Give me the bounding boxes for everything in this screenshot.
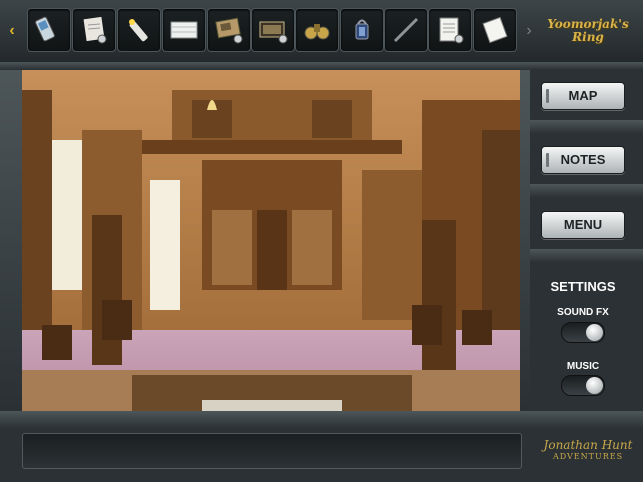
inventory-slot-device[interactable]: [207, 8, 251, 52]
menu-button-label: MENU: [563, 217, 603, 232]
frame-divider: [0, 62, 643, 70]
menu-button[interactable]: MENU: [541, 211, 625, 239]
inventory-slot-phone[interactable]: [27, 8, 71, 52]
developer-logo-line1: Jonathan Hunt: [543, 438, 633, 452]
card-icon: [170, 21, 198, 39]
sound-fx-toggle[interactable]: [561, 322, 605, 343]
developer-logo: Jonathan Hunt ADVENTURES: [540, 438, 636, 462]
notepad-icon: [439, 17, 464, 44]
inventory-slot-lantern[interactable]: [340, 8, 384, 52]
chevron-left-icon[interactable]: ‹: [2, 18, 22, 44]
panel-divider: [530, 120, 643, 134]
rod-icon: [393, 17, 419, 43]
inventory-slot-paper-sheet[interactable]: [473, 8, 517, 52]
settings-title: SETTINGS: [550, 279, 616, 294]
inventory-slot-binoculars[interactable]: [295, 8, 339, 52]
frame-middle: [520, 70, 530, 411]
paper-sheet-icon: [482, 16, 508, 44]
inventory-slot-notepad[interactable]: [428, 8, 472, 52]
flashlight-icon: [129, 19, 148, 42]
notes-button-label: NOTES: [560, 152, 606, 167]
map-button-label: MAP: [568, 88, 598, 103]
paper-note-icon: [83, 16, 107, 44]
button-nub: [546, 89, 549, 103]
panel-divider: [530, 249, 643, 263]
binoculars-icon: [304, 24, 330, 40]
map-button[interactable]: MAP: [541, 82, 625, 110]
frame-left: [0, 70, 22, 411]
message-box: [22, 433, 522, 469]
device-icon: [215, 17, 243, 44]
logo-line2: Ring: [572, 30, 604, 44]
toggle-knob: [586, 324, 603, 341]
inventory-slot-film[interactable]: [251, 8, 295, 52]
chevron-right-icon[interactable]: ›: [520, 18, 538, 44]
button-nub: [546, 153, 549, 167]
notes-button[interactable]: NOTES: [541, 146, 625, 174]
frame-bottom-divider: [0, 411, 643, 429]
music-label: MUSIC: [566, 361, 600, 372]
toggle-knob: [586, 377, 603, 394]
phone-icon: [35, 16, 55, 42]
lantern-icon: [355, 19, 369, 40]
library-scene[interactable]: [22, 70, 520, 411]
inventory-slot-paper-note[interactable]: [72, 8, 116, 52]
sound-fx-label: SOUND FX: [557, 307, 609, 318]
developer-logo-line2: ADVENTURES: [552, 452, 624, 461]
inventory-slot-rod[interactable]: [384, 8, 428, 52]
film-icon: [259, 21, 288, 44]
game-logo: Yoomorjak's Ring: [540, 18, 636, 48]
library-scene-art: [22, 70, 520, 411]
inventory-slot-flashlight[interactable]: [117, 8, 161, 52]
inventory-slot-card[interactable]: [162, 8, 206, 52]
panel-divider: [530, 184, 643, 198]
music-toggle[interactable]: [561, 375, 605, 396]
